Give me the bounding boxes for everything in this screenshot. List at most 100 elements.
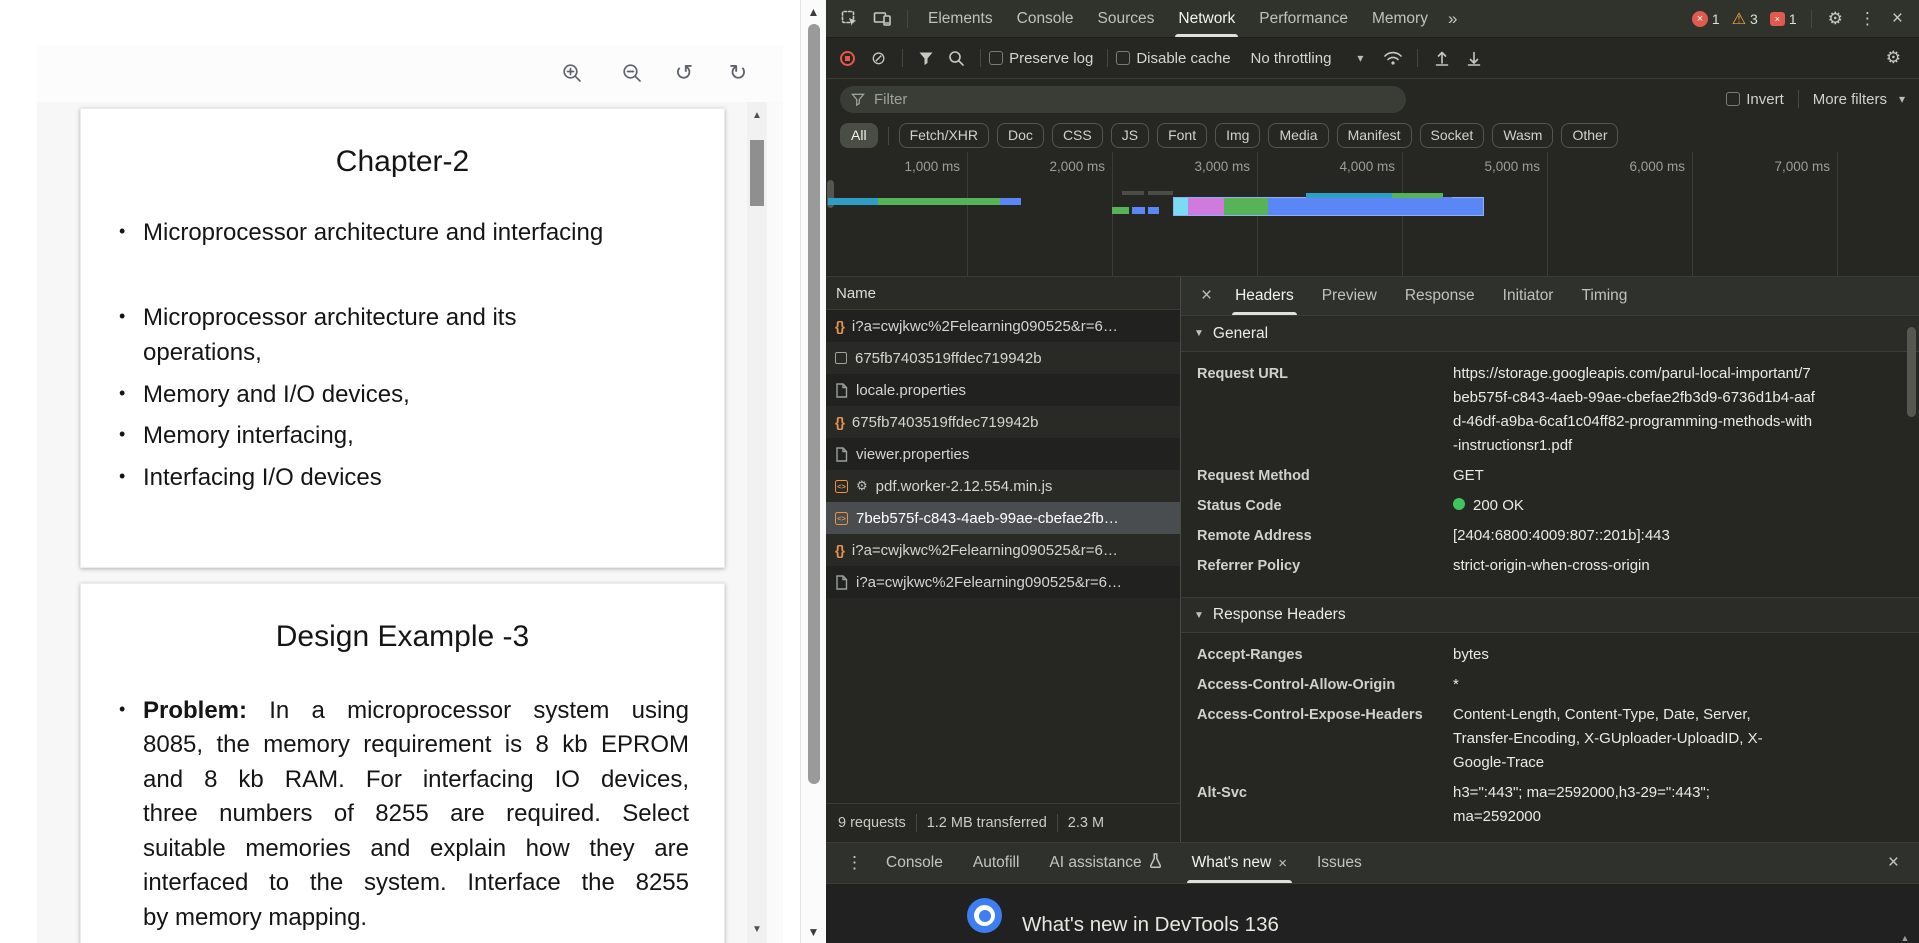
rotate-clockwise-icon[interactable]: ↻: [725, 60, 751, 86]
divider: [1417, 49, 1418, 67]
inspect-element-icon[interactable]: [834, 10, 866, 28]
tab-performance[interactable]: Performance: [1247, 0, 1360, 37]
request-details-panel: × Headers Preview Response Initiator Tim…: [1181, 277, 1919, 842]
request-row[interactable]: locale.properties: [826, 374, 1181, 406]
request-row[interactable]: {}675fb7403519ffdec719942b: [826, 406, 1181, 438]
request-row[interactable]: {}i?a=cwjkwc%2Felearning090525&r=6…: [826, 310, 1181, 342]
zoom-out-icon[interactable]: [619, 60, 645, 86]
request-name: i?a=cwjkwc%2Felearning090525&r=6…: [852, 318, 1118, 335]
drawer-tab-autofill[interactable]: Autofill: [958, 843, 1035, 883]
tab-initiator[interactable]: Initiator: [1492, 277, 1565, 315]
tab-headers[interactable]: Headers: [1224, 277, 1305, 315]
request-row[interactable]: <>⚙pdf.worker-2.12.554.min.js: [826, 470, 1181, 502]
drawer-tab-console[interactable]: Console: [871, 843, 958, 883]
network-settings-gear-icon[interactable]: ⚙: [1878, 48, 1909, 68]
error-badge[interactable]: ×1: [1692, 11, 1720, 27]
scroll-up-icon[interactable]: ▲: [801, 5, 826, 19]
chip-img[interactable]: Img: [1215, 123, 1260, 148]
disable-cache-checkbox[interactable]: [1116, 51, 1130, 65]
pdf-page-2: Design Example -3 •Problem: In a micropr…: [80, 583, 725, 943]
more-tabs-icon[interactable]: »: [1440, 9, 1465, 29]
pdf-scrollbar-thumb[interactable]: [750, 140, 764, 206]
close-tab-icon[interactable]: ×: [1278, 855, 1287, 872]
disable-cache-label[interactable]: Disable cache: [1136, 50, 1230, 67]
network-conditions-icon[interactable]: [1377, 50, 1409, 67]
network-overview-timeline[interactable]: 1,000 ms 2,000 ms 3,000 ms 4,000 ms 5,00…: [826, 152, 1919, 277]
gridline: [967, 152, 968, 276]
filter-input[interactable]: Filter: [840, 86, 1406, 113]
invert-checkbox[interactable]: [1726, 92, 1740, 106]
general-section-header[interactable]: ▼ General: [1181, 316, 1919, 352]
issues-badge[interactable]: ×1: [1770, 11, 1797, 27]
tab-preview[interactable]: Preview: [1311, 277, 1388, 315]
tab-network[interactable]: Network: [1166, 0, 1247, 37]
tab-timing[interactable]: Timing: [1570, 277, 1638, 315]
close-details-icon[interactable]: ×: [1195, 285, 1218, 307]
header-label: Access-Control-Allow-Origin: [1197, 673, 1453, 697]
waterfall-bar: [828, 198, 878, 205]
export-har-icon[interactable]: [1458, 50, 1490, 67]
scroll-up-icon[interactable]: ▲: [747, 110, 767, 121]
throttling-select[interactable]: No throttling: [1251, 50, 1332, 67]
tab-memory[interactable]: Memory: [1360, 0, 1440, 37]
preserve-log-checkbox[interactable]: [989, 51, 1003, 65]
chip-media[interactable]: Media: [1268, 123, 1328, 148]
scroll-down-icon[interactable]: ▼: [801, 925, 826, 939]
response-headers-section-header[interactable]: ▼ Response Headers: [1181, 597, 1919, 633]
drawer-scrollbar[interactable]: ▲ ▼: [1899, 934, 1911, 943]
chip-css[interactable]: CSS: [1052, 123, 1103, 148]
filter-toggle-icon[interactable]: [911, 51, 941, 66]
drawer-tab-issues[interactable]: Issues: [1302, 843, 1377, 883]
device-toolbar-icon[interactable]: [866, 10, 899, 28]
request-row-selected[interactable]: <>7beb575f-c843-4aeb-99ae-cbefae2fb…: [826, 502, 1181, 534]
more-filters-button[interactable]: More filters: [1813, 91, 1887, 108]
search-icon[interactable]: [941, 50, 972, 67]
chip-socket[interactable]: Socket: [1420, 123, 1485, 148]
scroll-down-icon[interactable]: ▼: [747, 924, 767, 935]
chip-fetch-xhr[interactable]: Fetch/XHR: [899, 123, 989, 148]
chip-doc[interactable]: Doc: [997, 123, 1044, 148]
chip-wasm[interactable]: Wasm: [1492, 123, 1553, 148]
chip-font[interactable]: Font: [1157, 123, 1207, 148]
drawer-tab-whats-new[interactable]: What's new ×: [1177, 843, 1302, 883]
waterfall-bar: [1122, 191, 1144, 195]
close-devtools-icon[interactable]: ×: [1884, 8, 1911, 30]
preserve-log-label[interactable]: Preserve log: [1009, 50, 1093, 67]
request-row[interactable]: i?a=cwjkwc%2Felearning090525&r=6…: [826, 566, 1181, 598]
warning-badge[interactable]: ⚠3: [1732, 9, 1758, 29]
chip-all[interactable]: All: [840, 123, 878, 148]
bullet-text: Microprocessor architecture and its: [143, 304, 516, 331]
rotate-counterclockwise-icon[interactable]: ↺: [671, 60, 697, 86]
kebab-menu-icon[interactable]: ⋮: [1851, 9, 1884, 29]
bullet-text: Memory interfacing,: [143, 422, 354, 449]
chip-other[interactable]: Other: [1561, 123, 1618, 148]
pdf-scrollbar[interactable]: ▲ ▼: [747, 102, 767, 943]
details-scrollbar-thumb[interactable]: [1907, 327, 1916, 417]
window-scrollbar[interactable]: ▲ ▼: [800, 0, 826, 943]
chip-js[interactable]: JS: [1111, 123, 1149, 148]
name-column-header[interactable]: Name: [826, 277, 1181, 310]
drawer-tab-ai-assistance[interactable]: AI assistance: [1034, 843, 1176, 883]
chevron-down-icon[interactable]: ▾: [1357, 51, 1363, 65]
tick-label: 5,000 ms: [1484, 159, 1547, 174]
zoom-in-icon[interactable]: [559, 60, 585, 86]
clear-network-log-icon[interactable]: ⊘: [863, 48, 894, 69]
chip-manifest[interactable]: Manifest: [1337, 123, 1412, 148]
chevron-down-icon[interactable]: ▾: [1899, 92, 1905, 106]
import-har-icon[interactable]: [1426, 50, 1458, 67]
tab-response[interactable]: Response: [1394, 277, 1486, 315]
tab-sources[interactable]: Sources: [1086, 0, 1167, 37]
scroll-up-icon[interactable]: ▲: [1901, 933, 1910, 943]
close-drawer-icon[interactable]: ×: [1880, 852, 1907, 874]
settings-gear-icon[interactable]: ⚙: [1820, 9, 1851, 29]
request-row[interactable]: viewer.properties: [826, 438, 1181, 470]
drawer-menu-icon[interactable]: ⋮: [838, 853, 871, 873]
window-scrollbar-thumb[interactable]: [808, 24, 820, 784]
tab-elements[interactable]: Elements: [916, 0, 1005, 37]
request-row[interactable]: 675fb7403519ffdec719942b: [826, 342, 1181, 374]
invert-label[interactable]: Invert: [1746, 91, 1784, 108]
record-network-log-icon[interactable]: [840, 51, 855, 66]
tab-console[interactable]: Console: [1005, 0, 1086, 37]
request-row[interactable]: {}i?a=cwjkwc%2Felearning090525&r=6…: [826, 534, 1181, 566]
tick-label: 4,000 ms: [1339, 159, 1402, 174]
